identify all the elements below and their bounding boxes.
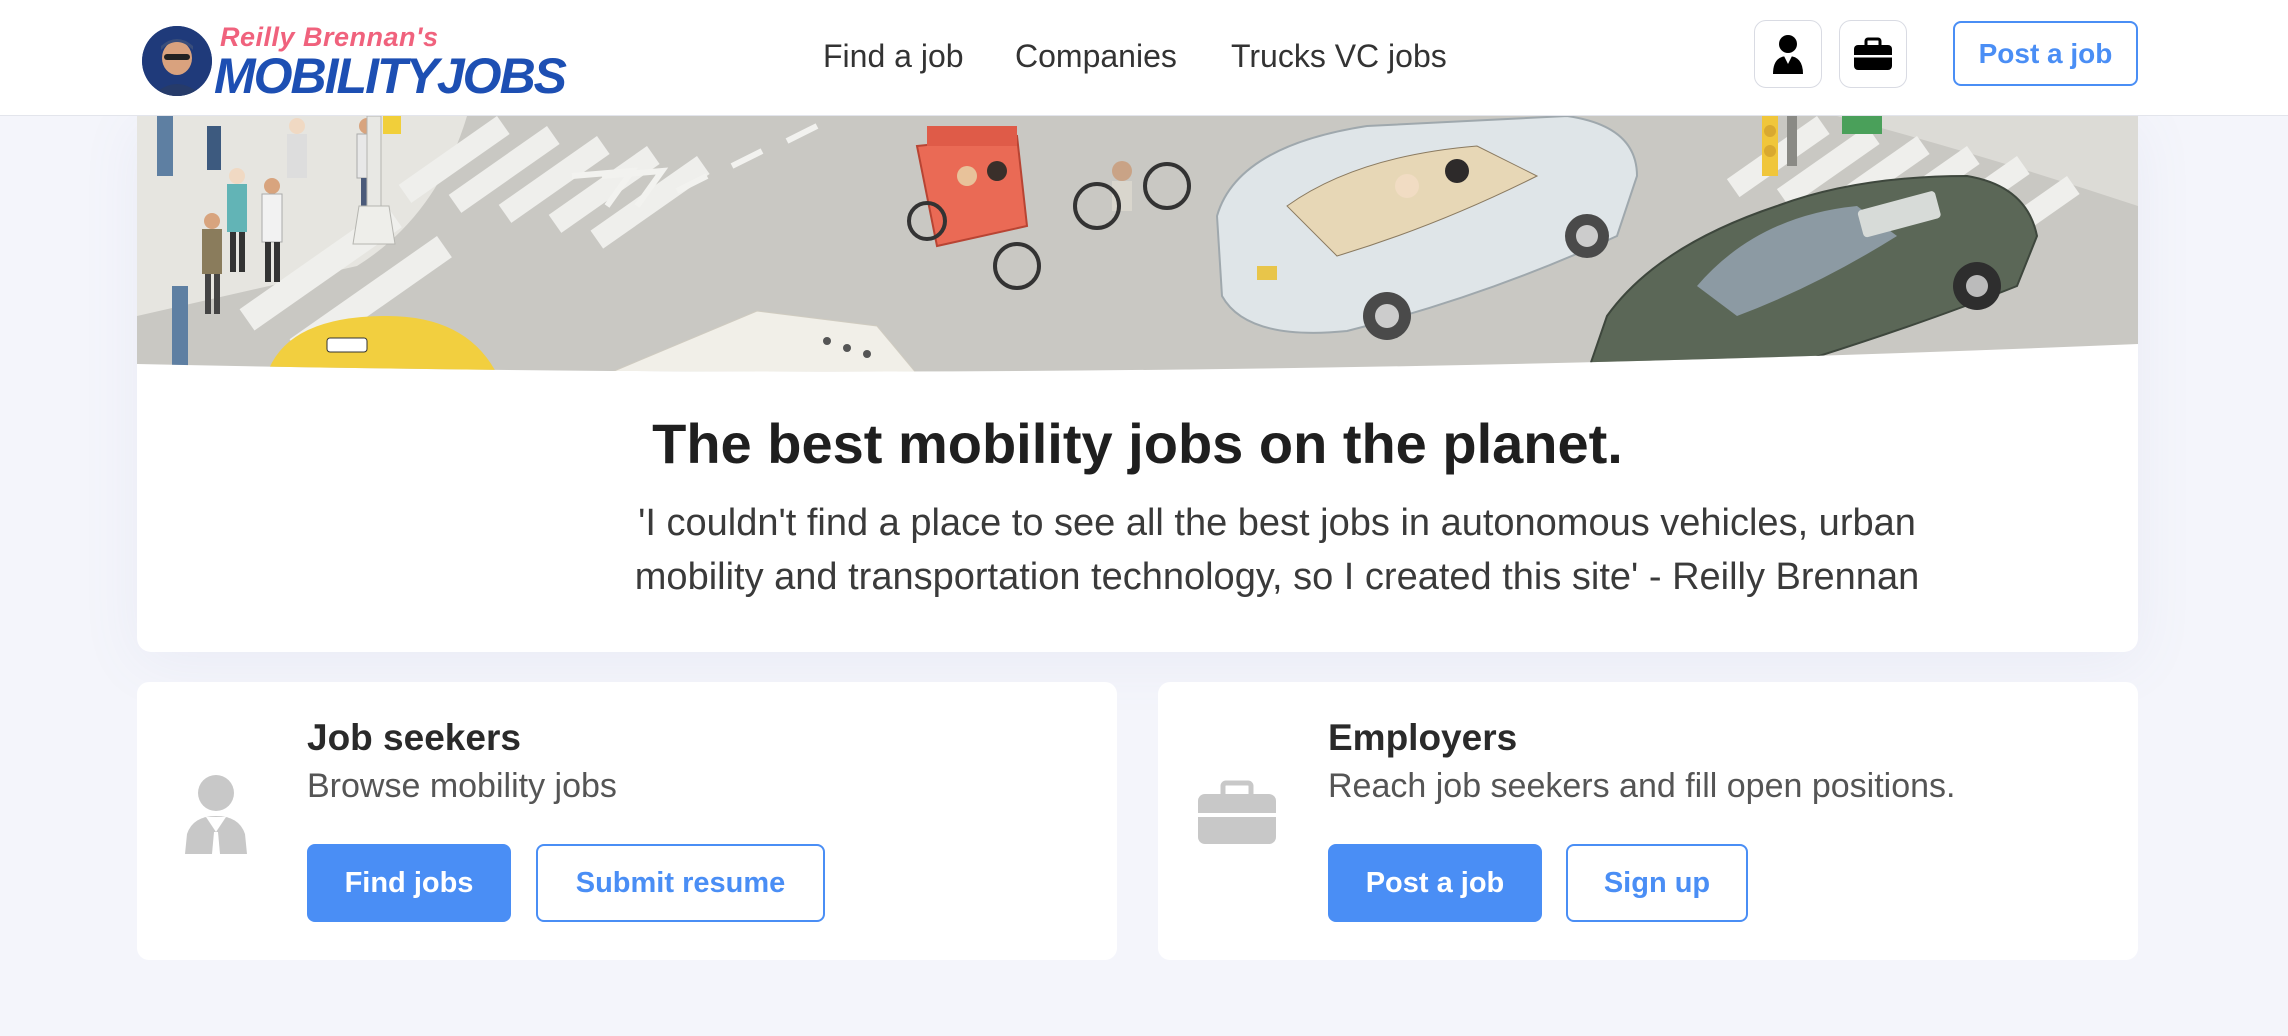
hero-illustration: [137, 116, 2138, 372]
briefcase-icon: [1198, 780, 1276, 844]
job-seekers-title: Job seekers: [307, 717, 521, 758]
sign-up-button[interactable]: Sign up: [1566, 844, 1748, 922]
post-a-job-header-button[interactable]: Post a job: [1953, 21, 2138, 86]
find-jobs-button[interactable]: Find jobs: [307, 844, 511, 922]
nav-find-a-job[interactable]: Find a job: [823, 34, 964, 78]
hero-title: The best mobility jobs on the planet.: [652, 412, 1623, 475]
site-header: Reilly Brennan's MOBILITYJOBS Find a job…: [0, 0, 2288, 116]
submit-resume-button[interactable]: Submit resume: [536, 844, 825, 922]
site-logo[interactable]: Reilly Brennan's MOBILITYJOBS: [142, 22, 567, 102]
logo-wordmark: MOBILITYJOBS: [214, 48, 567, 104]
briefcase-icon: [1854, 37, 1892, 70]
logo-avatar: [142, 26, 212, 96]
account-button[interactable]: [1754, 20, 1822, 88]
person-icon: [185, 775, 247, 854]
job-seekers-subtitle: Browse mobility jobs: [307, 767, 617, 805]
employer-button[interactable]: [1839, 20, 1907, 88]
person-icon: [1773, 35, 1803, 74]
employers-title: Employers: [1328, 717, 1518, 758]
nav-trucks-vc-jobs[interactable]: Trucks VC jobs: [1231, 34, 1447, 78]
employers-card: Employers Reach job seekers and fill ope…: [1158, 682, 2138, 960]
hero-card: The best mobility jobs on the planet. 'I…: [137, 116, 2138, 652]
nav-companies[interactable]: Companies: [1015, 34, 1177, 78]
hero-quote: 'I couldn't find a place to see all the …: [634, 502, 1920, 598]
employers-subtitle: Reach job seekers and fill open position…: [1328, 767, 1956, 805]
job-seekers-card: Job seekers Browse mobility jobs Find jo…: [137, 682, 1117, 960]
post-a-job-button[interactable]: Post a job: [1328, 844, 1542, 922]
